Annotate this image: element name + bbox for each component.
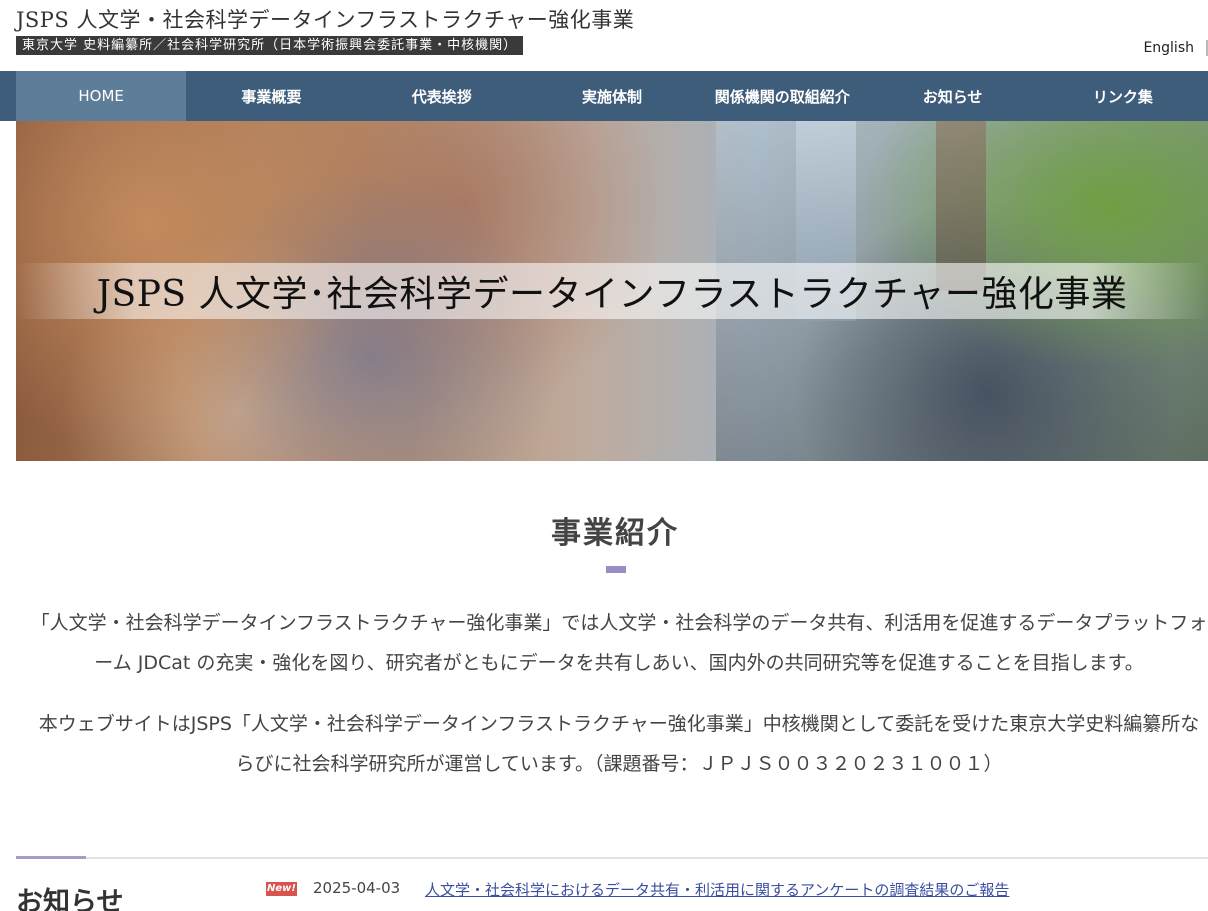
hero-title: JSPS 人文学･社会科学データインフラストラクチャー強化事業 [16,263,1208,319]
news-divider-accent [16,856,86,859]
new-badge: New! [266,882,297,896]
intro-paragraph: 本ウェブサイトはJSPS「人文学・社会科学データインフラストラクチャー強化事業」… [38,713,1200,775]
news-divider [16,857,1208,859]
english-language-link[interactable]: English [1143,40,1194,56]
main-navigation: HOME 事業概要 代表挨拶 実施体制 関係機関の取組紹介 お知らせ リンク集 [0,71,1208,121]
intro-heading: 事業紹介 [551,516,679,551]
news-date: 2025-04-03 [313,879,401,897]
nav-item-home[interactable]: HOME [16,71,187,121]
nav-item-greeting[interactable]: 代表挨拶 [357,71,527,121]
hero-banner: JSPS 人文学･社会科学データインフラストラクチャー強化事業 [16,121,1208,461]
site-title[interactable]: JSPS 人文学・社会科学データインフラストラクチャー強化事業 [16,4,634,34]
heading-accent-bar [606,566,626,573]
nav-item-partner-initiatives[interactable]: 関係機関の取組紹介 [697,71,867,121]
news-item-link[interactable]: 人文学・社会科学におけるデータ共有・利活用に関するアンケートの調査結果のご報告 [425,879,1009,900]
nav-item-links[interactable]: リンク集 [1038,71,1208,121]
nav-item-organization[interactable]: 実施体制 [527,71,697,121]
site-header: JSPS 人文学・社会科学データインフラストラクチャー強化事業 東京大学 史料編… [0,0,1208,71]
news-heading: お知らせ [16,887,124,911]
intro-paragraph: 「人文学・社会科学データインフラストラクチャー強化事業」では人文学・社会科学のデ… [30,612,1208,674]
nav-item-overview[interactable]: 事業概要 [186,71,356,121]
nav-item-news[interactable]: お知らせ [867,71,1037,121]
site-subtitle: 東京大学 史料編纂所／社会科学研究所（日本学術振興会委託事業・中核機関） [16,36,524,55]
